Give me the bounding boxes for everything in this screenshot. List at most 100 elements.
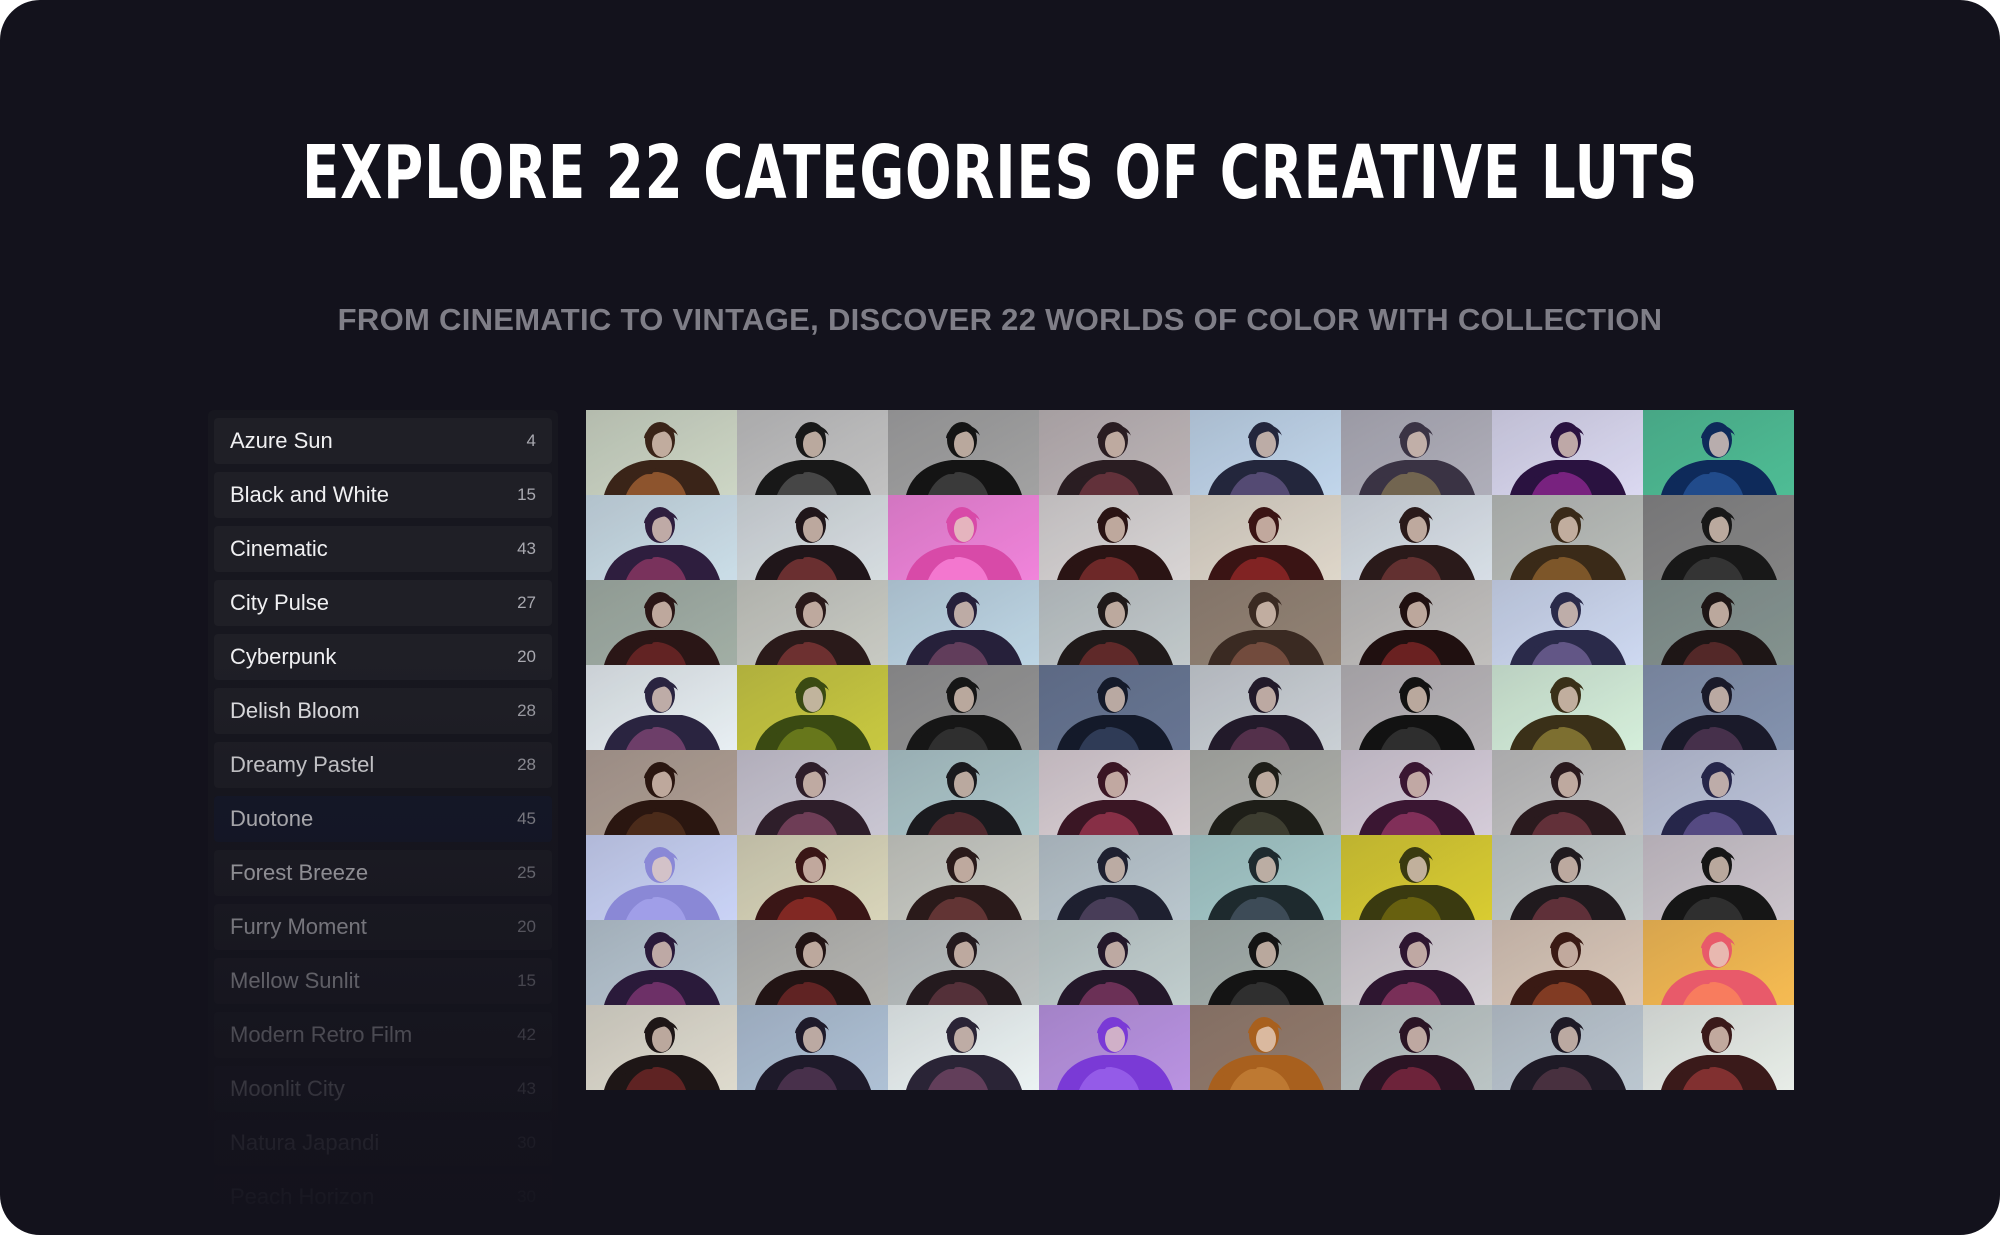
category-item[interactable]: Duotone 45: [214, 796, 552, 842]
category-item[interactable]: Natura Japandi 30: [214, 1120, 552, 1166]
category-item[interactable]: Black and White 15: [214, 472, 552, 518]
lut-preview-tile[interactable]: [888, 580, 1039, 665]
category-item[interactable]: Delish Bloom 28: [214, 688, 552, 734]
lut-preview-tile[interactable]: [586, 835, 737, 920]
lut-preview-tile[interactable]: [1492, 835, 1643, 920]
lut-preview-tile[interactable]: [1492, 495, 1643, 580]
category-count: 15: [517, 485, 536, 504]
lut-preview-tile[interactable]: [1190, 1005, 1341, 1090]
portrait-thumbnail: [1643, 835, 1794, 920]
lut-preview-tile[interactable]: [586, 665, 737, 750]
category-label: Furry Moment: [230, 914, 367, 939]
category-label: Peach Horizon: [230, 1184, 375, 1209]
portrait-thumbnail: [1039, 920, 1190, 1005]
category-count: 28: [517, 701, 536, 720]
portrait-thumbnail: [586, 410, 737, 495]
lut-preview-tile[interactable]: [737, 495, 888, 580]
lut-preview-tile[interactable]: [1190, 750, 1341, 835]
category-item[interactable]: Cinematic 43: [214, 526, 552, 572]
lut-preview-tile[interactable]: [1643, 665, 1794, 750]
portrait-thumbnail: [1190, 920, 1341, 1005]
category-item[interactable]: Cyberpunk 20: [214, 634, 552, 680]
promo-card: EXPLORE 22 CATEGORIES OF CREATIVE LUTS F…: [0, 0, 2000, 1235]
lut-preview-tile[interactable]: [586, 1005, 737, 1090]
category-item[interactable]: Dreamy Pastel 28: [214, 742, 552, 788]
category-item[interactable]: Peach Horizon 30: [214, 1174, 552, 1220]
lut-preview-tile[interactable]: [1190, 495, 1341, 580]
lut-preview-tile[interactable]: [1492, 580, 1643, 665]
lut-preview-tile[interactable]: [888, 665, 1039, 750]
lut-preview-tile[interactable]: [1190, 580, 1341, 665]
category-item[interactable]: Mellow Sunlit 15: [214, 958, 552, 1004]
portrait-thumbnail: [888, 665, 1039, 750]
lut-preview-tile[interactable]: [1643, 495, 1794, 580]
lut-preview-tile[interactable]: [888, 1005, 1039, 1090]
lut-preview-tile[interactable]: [737, 410, 888, 495]
category-item[interactable]: Forest Breeze 25: [214, 850, 552, 896]
lut-preview-tile[interactable]: [1341, 835, 1492, 920]
page-title: EXPLORE 22 CATEGORIES OF CREATIVE LUTS: [301, 130, 1698, 216]
category-item[interactable]: Furry Moment 20: [214, 904, 552, 950]
lut-preview-tile[interactable]: [737, 580, 888, 665]
portrait-thumbnail: [1341, 920, 1492, 1005]
lut-preview-tile[interactable]: [737, 665, 888, 750]
lut-preview-tile[interactable]: [1039, 580, 1190, 665]
portrait-thumbnail: [1643, 665, 1794, 750]
lut-preview-tile[interactable]: [1341, 580, 1492, 665]
lut-preview-tile[interactable]: [737, 920, 888, 1005]
category-item[interactable]: Modern Retro Film 42: [214, 1012, 552, 1058]
category-count: 25: [517, 863, 536, 882]
lut-preview-tile[interactable]: [1341, 410, 1492, 495]
lut-preview-tile[interactable]: [586, 580, 737, 665]
lut-preview-tile[interactable]: [1190, 410, 1341, 495]
category-item[interactable]: Azure Sun 4: [214, 418, 552, 464]
category-label: Cyberpunk: [230, 644, 337, 669]
portrait-thumbnail: [1341, 1005, 1492, 1090]
portrait-thumbnail: [1190, 1005, 1341, 1090]
portrait-thumbnail: [1039, 665, 1190, 750]
lut-preview-tile[interactable]: [586, 920, 737, 1005]
lut-preview-tile[interactable]: [888, 410, 1039, 495]
lut-preview-tile[interactable]: [1190, 665, 1341, 750]
category-item[interactable]: Moonlit City 43: [214, 1066, 552, 1112]
lut-preview-tile[interactable]: [737, 1005, 888, 1090]
lut-preview-tile[interactable]: [888, 495, 1039, 580]
lut-preview-tile[interactable]: [1492, 665, 1643, 750]
lut-preview-tile[interactable]: [1039, 495, 1190, 580]
lut-preview-tile[interactable]: [1492, 410, 1643, 495]
lut-preview-tile[interactable]: [1341, 750, 1492, 835]
lut-preview-tile[interactable]: [1039, 920, 1190, 1005]
lut-preview-tile[interactable]: [1341, 920, 1492, 1005]
lut-preview-tile[interactable]: [1643, 750, 1794, 835]
lut-preview-tile[interactable]: [888, 750, 1039, 835]
lut-preview-tile[interactable]: [1039, 410, 1190, 495]
lut-preview-tile[interactable]: [1190, 920, 1341, 1005]
lut-preview-tile[interactable]: [1039, 665, 1190, 750]
lut-preview-tile[interactable]: [1039, 1005, 1190, 1090]
lut-preview-tile[interactable]: [737, 835, 888, 920]
portrait-thumbnail: [1039, 750, 1190, 835]
category-item[interactable]: City Pulse 27: [214, 580, 552, 626]
lut-preview-tile[interactable]: [1643, 920, 1794, 1005]
lut-preview-tile[interactable]: [1492, 750, 1643, 835]
lut-preview-tile[interactable]: [1190, 835, 1341, 920]
category-count: 30: [517, 1187, 536, 1206]
lut-preview-tile[interactable]: [1039, 750, 1190, 835]
lut-preview-tile[interactable]: [1643, 410, 1794, 495]
lut-preview-tile[interactable]: [1492, 1005, 1643, 1090]
lut-preview-tile[interactable]: [888, 920, 1039, 1005]
lut-preview-tile[interactable]: [1643, 835, 1794, 920]
lut-preview-tile[interactable]: [1341, 1005, 1492, 1090]
lut-preview-tile[interactable]: [1643, 580, 1794, 665]
lut-preview-tile[interactable]: [586, 495, 737, 580]
lut-preview-tile[interactable]: [586, 410, 737, 495]
page-subtitle: FROM CINEMATIC TO VINTAGE, DISCOVER 22 W…: [337, 302, 1663, 337]
lut-preview-tile[interactable]: [1492, 920, 1643, 1005]
lut-preview-tile[interactable]: [1039, 835, 1190, 920]
lut-preview-tile[interactable]: [586, 750, 737, 835]
lut-preview-tile[interactable]: [1341, 495, 1492, 580]
lut-preview-tile[interactable]: [737, 750, 888, 835]
lut-preview-tile[interactable]: [1341, 665, 1492, 750]
lut-preview-tile[interactable]: [888, 835, 1039, 920]
lut-preview-tile[interactable]: [1643, 1005, 1794, 1090]
